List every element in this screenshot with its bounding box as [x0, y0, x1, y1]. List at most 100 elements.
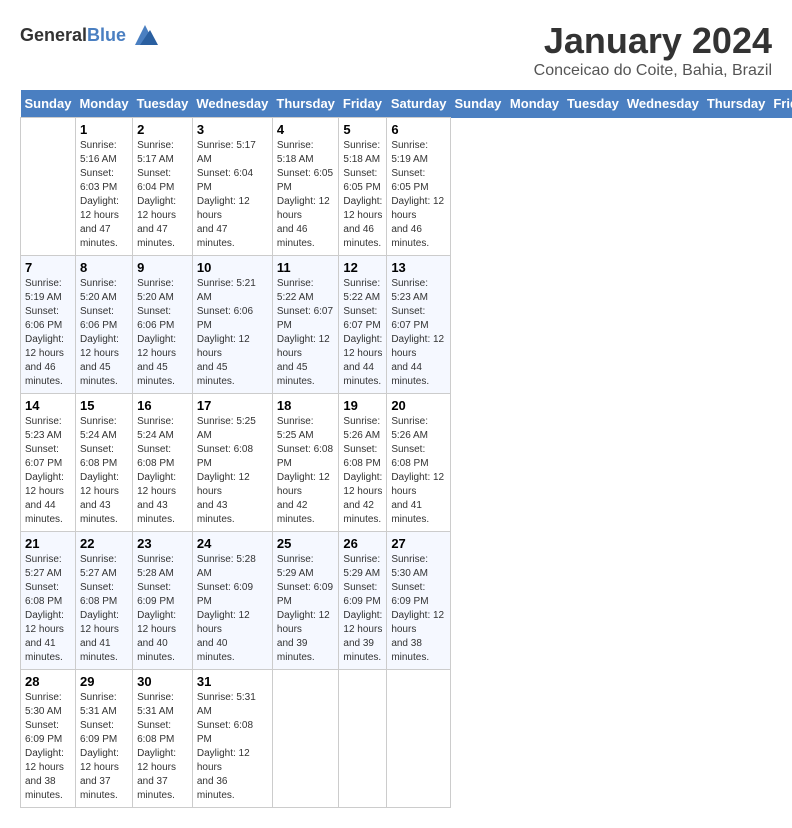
day-info: Sunrise: 5:17 AM Sunset: 6:04 PM Dayligh… [137, 139, 188, 251]
day-info: Sunrise: 5:29 AM Sunset: 6:09 PM Dayligh… [343, 553, 382, 665]
day-info: Sunrise: 5:21 AM Sunset: 6:06 PM Dayligh… [197, 277, 268, 389]
header-thursday: Thursday [703, 90, 770, 118]
day-number: 21 [25, 536, 71, 551]
header-sunday: Sunday [21, 90, 76, 118]
day-number: 13 [391, 260, 446, 275]
calendar-cell: 15 Sunrise: 5:24 AM Sunset: 6:08 PM Dayli… [75, 394, 132, 532]
day-number: 28 [25, 674, 71, 689]
logo-blue: Blue [87, 25, 126, 45]
day-info: Sunrise: 5:18 AM Sunset: 6:05 PM Dayligh… [343, 139, 382, 251]
calendar-table: SundayMondayTuesdayWednesdayThursdayFrid… [20, 90, 792, 808]
day-info: Sunrise: 5:20 AM Sunset: 6:06 PM Dayligh… [80, 277, 128, 389]
calendar-week-2: 7 Sunrise: 5:19 AM Sunset: 6:06 PM Daylig… [21, 256, 792, 394]
day-info: Sunrise: 5:27 AM Sunset: 6:08 PM Dayligh… [25, 553, 71, 665]
calendar-cell: 31Sunrise: 5:31 AM Sunset: 6:08 PM Dayli… [192, 670, 272, 808]
calendar-week-5: 28 Sunrise: 5:30 AM Sunset: 6:09 PM Dayli… [21, 670, 792, 808]
calendar-week-3: 14Sunrise: 5:23 AM Sunset: 6:07 PM Dayli… [21, 394, 792, 532]
calendar-week-1: 1Sunrise: 5:16 AM Sunset: 6:03 PM Daylig… [21, 118, 792, 256]
header-saturday: Saturday [387, 90, 451, 118]
calendar-cell: 22 Sunrise: 5:27 AM Sunset: 6:08 PM Dayli… [75, 532, 132, 670]
day-number: 4 [277, 122, 335, 137]
header-friday: Friday [339, 90, 387, 118]
day-number: 15 [80, 398, 128, 413]
day-info: Sunrise: 5:25 AM Sunset: 6:08 PM Dayligh… [277, 415, 335, 527]
day-number: 20 [391, 398, 446, 413]
location-text: Conceicao do Coite, Bahia, Brazil [534, 62, 772, 80]
calendar-cell: 7 Sunrise: 5:19 AM Sunset: 6:06 PM Daylig… [21, 256, 76, 394]
day-number: 11 [277, 260, 335, 275]
header-wednesday: Wednesday [623, 90, 703, 118]
calendar-cell [21, 118, 76, 256]
header-tuesday: Tuesday [563, 90, 623, 118]
calendar-cell: 14Sunrise: 5:23 AM Sunset: 6:07 PM Dayli… [21, 394, 76, 532]
calendar-cell: 10 Sunrise: 5:21 AM Sunset: 6:06 PM Dayli… [192, 256, 272, 394]
header-tuesday: Tuesday [133, 90, 193, 118]
calendar-cell: 27Sunrise: 5:30 AM Sunset: 6:09 PM Dayli… [387, 532, 451, 670]
calendar-cell: 2 Sunrise: 5:17 AM Sunset: 6:04 PM Daylig… [133, 118, 193, 256]
day-info: Sunrise: 5:25 AM Sunset: 6:08 PM Dayligh… [197, 415, 268, 527]
logo-icon [130, 20, 160, 50]
calendar-cell [339, 670, 387, 808]
calendar-cell: 16Sunrise: 5:24 AM Sunset: 6:08 PM Dayli… [133, 394, 193, 532]
day-number: 22 [80, 536, 128, 551]
month-title: January 2024 [534, 20, 772, 62]
calendar-cell: 21 Sunrise: 5:27 AM Sunset: 6:08 PM Dayli… [21, 532, 76, 670]
calendar-cell: 9Sunrise: 5:20 AM Sunset: 6:06 PM Daylig… [133, 256, 193, 394]
calendar-cell: 17 Sunrise: 5:25 AM Sunset: 6:08 PM Dayli… [192, 394, 272, 532]
calendar-cell: 29 Sunrise: 5:31 AM Sunset: 6:09 PM Dayli… [75, 670, 132, 808]
day-info: Sunrise: 5:19 AM Sunset: 6:05 PM Dayligh… [391, 139, 446, 251]
day-number: 7 [25, 260, 71, 275]
day-number: 26 [343, 536, 382, 551]
calendar-cell: 23Sunrise: 5:28 AM Sunset: 6:09 PM Dayli… [133, 532, 193, 670]
day-number: 19 [343, 398, 382, 413]
day-number: 29 [80, 674, 128, 689]
day-info: Sunrise: 5:18 AM Sunset: 6:05 PM Dayligh… [277, 139, 335, 251]
day-info: Sunrise: 5:24 AM Sunset: 6:08 PM Dayligh… [80, 415, 128, 527]
calendar-cell: 19 Sunrise: 5:26 AM Sunset: 6:08 PM Dayli… [339, 394, 387, 532]
day-info: Sunrise: 5:31 AM Sunset: 6:08 PM Dayligh… [137, 691, 188, 803]
day-info: Sunrise: 5:27 AM Sunset: 6:08 PM Dayligh… [80, 553, 128, 665]
header-monday: Monday [75, 90, 132, 118]
calendar-cell: 5 Sunrise: 5:18 AM Sunset: 6:05 PM Daylig… [339, 118, 387, 256]
calendar-cell: 12Sunrise: 5:22 AM Sunset: 6:07 PM Dayli… [339, 256, 387, 394]
day-info: Sunrise: 5:19 AM Sunset: 6:06 PM Dayligh… [25, 277, 71, 389]
day-info: Sunrise: 5:31 AM Sunset: 6:09 PM Dayligh… [80, 691, 128, 803]
calendar-cell: 28 Sunrise: 5:30 AM Sunset: 6:09 PM Dayli… [21, 670, 76, 808]
day-info: Sunrise: 5:26 AM Sunset: 6:08 PM Dayligh… [343, 415, 382, 527]
day-number: 2 [137, 122, 188, 137]
calendar-cell: 11Sunrise: 5:22 AM Sunset: 6:07 PM Dayli… [272, 256, 339, 394]
calendar-cell [387, 670, 451, 808]
day-number: 3 [197, 122, 268, 137]
calendar-cell: 30Sunrise: 5:31 AM Sunset: 6:08 PM Dayli… [133, 670, 193, 808]
day-number: 27 [391, 536, 446, 551]
day-number: 5 [343, 122, 382, 137]
day-number: 6 [391, 122, 446, 137]
day-info: Sunrise: 5:30 AM Sunset: 6:09 PM Dayligh… [25, 691, 71, 803]
calendar-cell: 18Sunrise: 5:25 AM Sunset: 6:08 PM Dayli… [272, 394, 339, 532]
calendar-cell [272, 670, 339, 808]
day-number: 25 [277, 536, 335, 551]
calendar-cell: 3Sunrise: 5:17 AM Sunset: 6:04 PM Daylig… [192, 118, 272, 256]
day-number: 17 [197, 398, 268, 413]
day-info: Sunrise: 5:29 AM Sunset: 6:09 PM Dayligh… [277, 553, 335, 665]
day-number: 8 [80, 260, 128, 275]
day-number: 9 [137, 260, 188, 275]
day-number: 24 [197, 536, 268, 551]
day-info: Sunrise: 5:24 AM Sunset: 6:08 PM Dayligh… [137, 415, 188, 527]
day-info: Sunrise: 5:26 AM Sunset: 6:08 PM Dayligh… [391, 415, 446, 527]
logo-general: General [20, 25, 87, 45]
calendar-cell: 20 Sunrise: 5:26 AM Sunset: 6:08 PM Dayli… [387, 394, 451, 532]
calendar-cell: 6 Sunrise: 5:19 AM Sunset: 6:05 PM Daylig… [387, 118, 451, 256]
header-wednesday: Wednesday [192, 90, 272, 118]
calendar-cell: 24Sunrise: 5:28 AM Sunset: 6:09 PM Dayli… [192, 532, 272, 670]
header-thursday: Thursday [272, 90, 339, 118]
day-info: Sunrise: 5:23 AM Sunset: 6:07 PM Dayligh… [391, 277, 446, 389]
title-area: January 2024 Conceicao do Coite, Bahia, … [534, 20, 772, 80]
calendar-cell: 1Sunrise: 5:16 AM Sunset: 6:03 PM Daylig… [75, 118, 132, 256]
day-info: Sunrise: 5:23 AM Sunset: 6:07 PM Dayligh… [25, 415, 71, 527]
day-number: 31 [197, 674, 268, 689]
calendar-cell: 25 Sunrise: 5:29 AM Sunset: 6:09 PM Dayli… [272, 532, 339, 670]
day-number: 10 [197, 260, 268, 275]
day-number: 1 [80, 122, 128, 137]
page-header: GeneralBlue January 2024 Conceicao do Co… [20, 20, 772, 80]
